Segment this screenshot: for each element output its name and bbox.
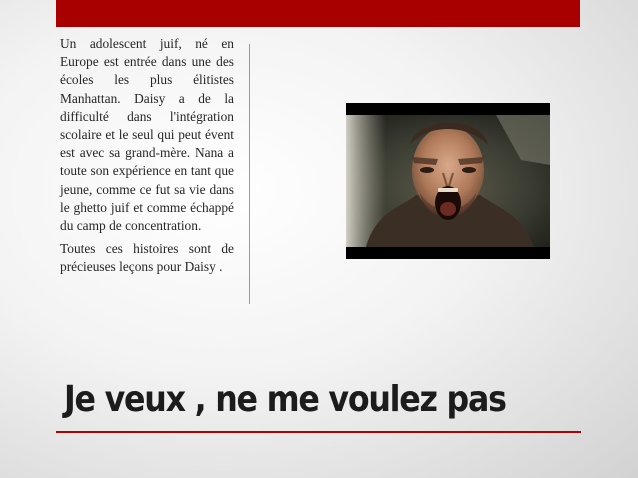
top-accent-bar [56, 0, 580, 27]
body-text: Un adolescent juif, né en Europe est ent… [60, 35, 234, 282]
video-frame [346, 115, 550, 247]
slide-title: Je veux , ne me voulez pas [64, 379, 507, 420]
paragraph-lessons: Toutes ces histoires sont de précieuses … [60, 241, 234, 275]
title-underline [56, 431, 581, 433]
video-player[interactable] [346, 103, 550, 259]
screaming-man-video-still [346, 115, 550, 247]
paragraph-story: Un adolescent juif, né en Europe est ent… [60, 36, 234, 234]
column-divider [249, 44, 250, 304]
